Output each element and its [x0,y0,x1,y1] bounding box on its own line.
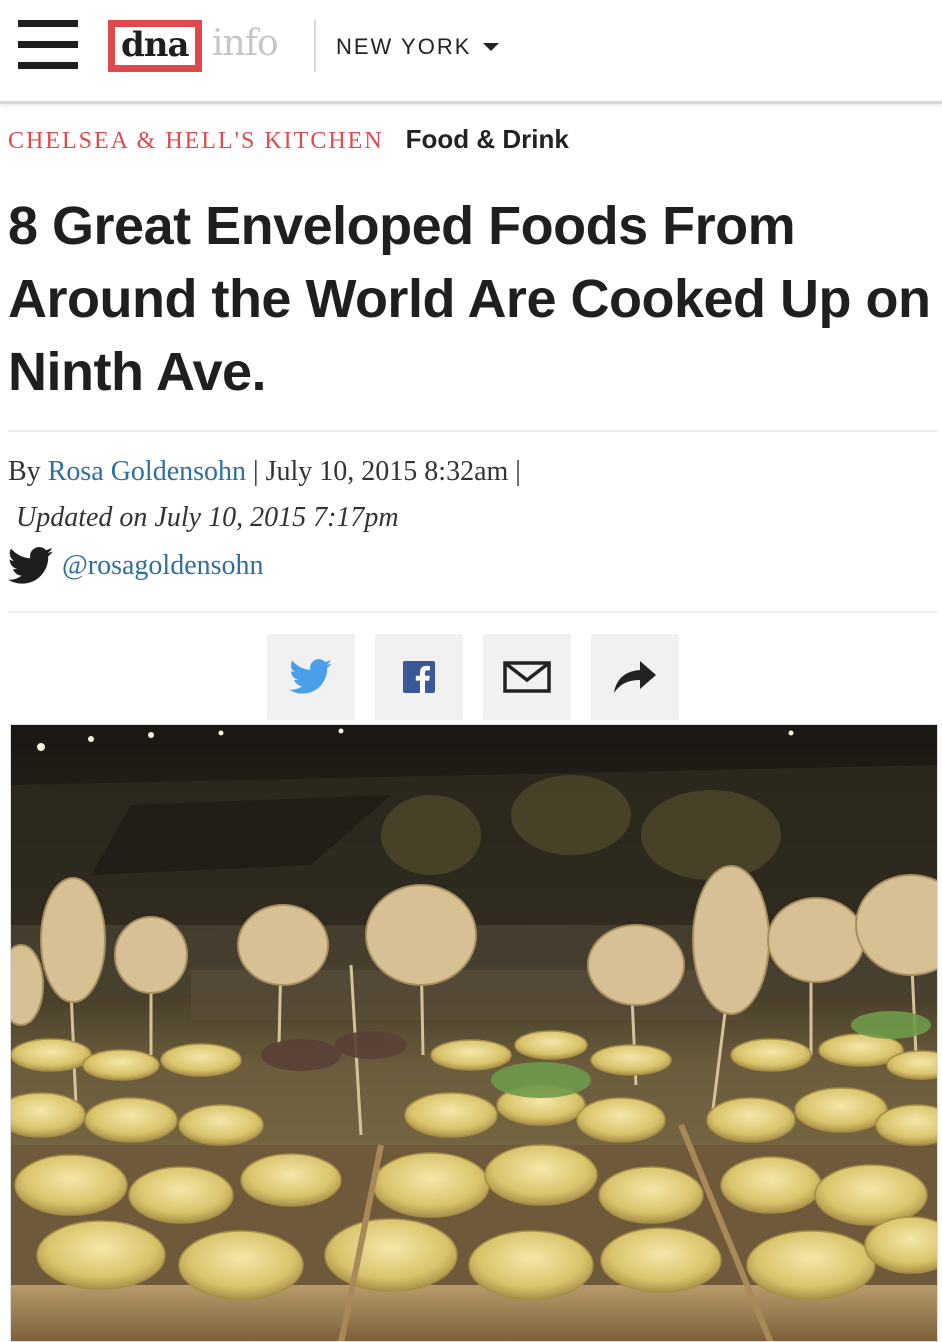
byline-prefix: By [8,456,48,487]
region-selector[interactable]: NEW YORK [336,34,500,60]
twitter-icon [289,659,332,694]
divider [8,611,938,613]
ravioli-photo-image [11,725,937,1341]
facebook-icon [403,661,435,693]
author-link[interactable]: Rosa Goldensohn [48,456,246,487]
twitter-handle-link[interactable]: @rosagoldensohn [62,550,264,582]
share-email-button[interactable] [483,634,571,720]
header-divider [314,20,316,72]
site-header: dna info NEW YORK [0,0,942,104]
article-photo[interactable] [10,724,938,1342]
byline: By Rosa Goldensohn | July 10, 2015 8:32a… [8,456,521,488]
updated-date: Updated on July 10, 2015 7:17pm [16,502,399,533]
share-arrow-icon [614,661,656,693]
share-more-button[interactable] [591,634,679,720]
section-link[interactable]: Food & Drink [406,124,569,155]
published-date: | July 10, 2015 8:32am | [246,456,521,487]
share-facebook-button[interactable] [375,634,463,720]
region-label: NEW YORK [336,34,472,59]
share-twitter-button[interactable] [267,634,355,720]
menu-icon[interactable] [18,20,78,70]
logo-info-text: info [212,23,279,64]
article-headline: 8 Great Enveloped Foods From Around the … [8,196,931,402]
twitter-bird-icon [8,547,54,584]
site-logo[interactable]: dna info [108,20,298,74]
article-categories: CHELSEA & HELL'S KITCHEN Food & Drink [8,124,569,155]
author-twitter[interactable]: @rosagoldensohn [8,546,264,586]
logo-dna-text: dna [108,20,202,72]
email-icon [503,661,551,693]
caret-down-icon [483,43,500,51]
neighborhood-link[interactable]: CHELSEA & HELL'S KITCHEN [8,128,384,155]
divider [8,430,938,432]
